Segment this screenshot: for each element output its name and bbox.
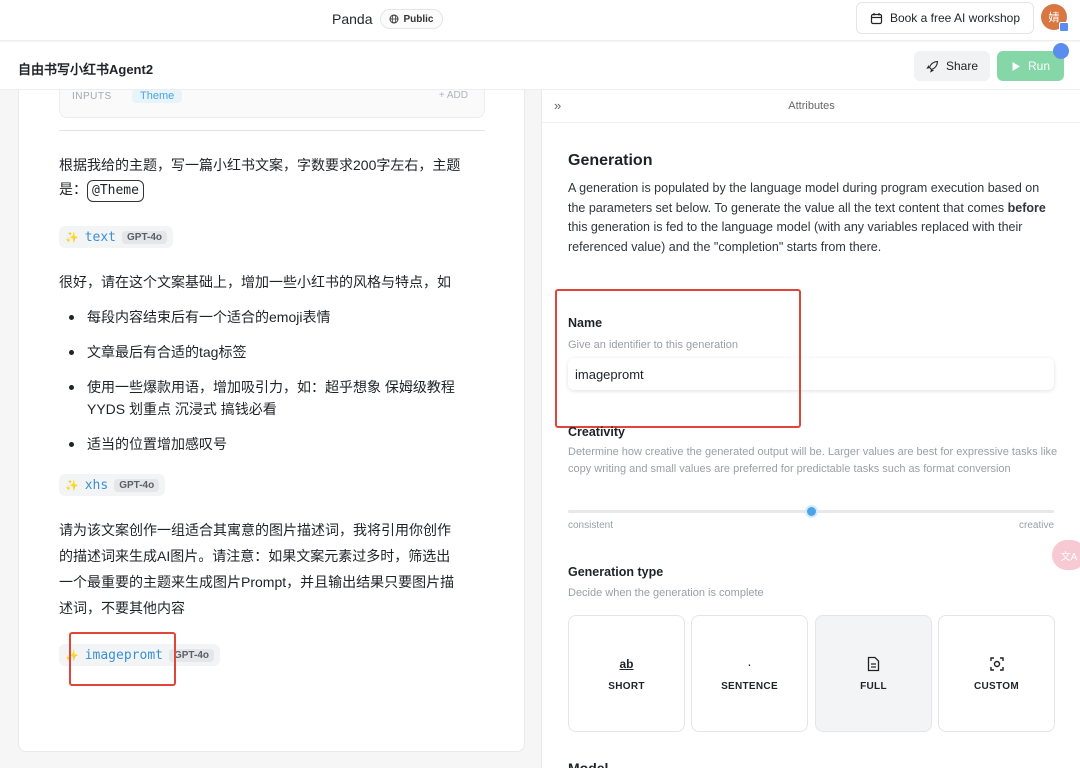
inputs-card: INPUTS Theme + ADD [59, 90, 485, 118]
prompt-paragraph-3[interactable]: 请为该文案创作一组适合其寓意的图片描述词，我将引用你创作 的描述词来生成AI图片… [59, 517, 487, 621]
period-icon: · [747, 656, 752, 672]
project-header: Panda Public [332, 9, 443, 29]
avatar[interactable]: 婧 [1041, 4, 1069, 32]
model-badge: GPT-4o [114, 478, 160, 492]
gen-type-label: CUSTOM [974, 681, 1019, 692]
document-header: 自由书写小红书Agent2 Share Run [0, 42, 1080, 90]
attributes-header: » Attributes [542, 90, 1080, 123]
avatar-status-icon [1059, 22, 1069, 32]
prompt-3-line: 述词，不要其他内容 [59, 600, 185, 616]
inputs-label: INPUTS [72, 91, 112, 102]
prompt-1-line-2: 是： @Theme [59, 177, 487, 202]
generation-type-hint: Decide when the generation is complete [568, 587, 764, 599]
generation-heading: Generation [568, 152, 653, 169]
sparkle-icon: ✨ [65, 479, 79, 492]
model-section-heading: Model [568, 760, 609, 768]
attributes-title: Attributes [788, 100, 835, 112]
creativity-hint: Determine how creative the generated out… [568, 446, 1058, 475]
add-input-button[interactable]: + ADD [439, 90, 468, 101]
input-chip-theme[interactable]: Theme [132, 90, 183, 103]
attributes-panel: » Attributes Generation A generation is … [541, 90, 1080, 768]
gen-type-label: SENTENCE [721, 681, 778, 692]
gen-type-full-button[interactable]: FULL [815, 615, 932, 732]
run-label: Run [1027, 59, 1050, 73]
calendar-icon [870, 12, 883, 24]
slider-min-label: consistent [568, 520, 614, 531]
highlight-annotation [555, 289, 801, 428]
prompt-paragraph-2[interactable]: 很好，请在这个文案基础上，增加一些小红书的风格与特点，如 [59, 270, 487, 294]
list-item[interactable]: 使用一些爆款用语，增加吸引力，如：超乎想象 保姆级教程 YYDS 划重点 沉浸式… [59, 376, 489, 420]
document-title[interactable]: 自由书写小红书Agent2 [18, 59, 153, 78]
prompt-3-line: 一个最重要的主题来生成图片Prompt，并且输出结果只要图片描 [59, 574, 455, 590]
prompt-1-prefix: 是： [59, 181, 87, 197]
play-icon [1012, 61, 1020, 71]
book-workshop-button[interactable]: Book a free AI workshop [856, 2, 1034, 34]
theme-variable-tag[interactable]: @Theme [87, 180, 144, 202]
generation-chip-text[interactable]: ✨ text GPT-4o [59, 226, 174, 248]
sparkle-icon: ✨ [65, 231, 79, 244]
share-button[interactable]: Share [914, 51, 990, 81]
prompt-paragraph-1[interactable]: 根据我给的主题，写一篇小红书文案，字数要求200字左右，主题 是： @Theme [59, 153, 487, 202]
rocket-icon [926, 60, 939, 73]
document-icon [867, 655, 880, 673]
share-label: Share [945, 59, 979, 73]
desc-after: this generation is fed to the language m… [568, 220, 1023, 254]
top-bar: Panda Public Book a free AI workshop 婧 [0, 0, 1080, 41]
avatar-initial: 婧 [1048, 12, 1060, 24]
visibility-label: Public [403, 13, 434, 25]
prompt-3-line: 的描述词来生成AI图片。请注意：如果文案元素过多时，筛选出 [59, 548, 451, 564]
focus-icon [989, 655, 1005, 673]
book-workshop-label: Book a free AI workshop [889, 11, 1021, 25]
slider-max-label: creative [1018, 520, 1054, 531]
prompt-1-line-1: 根据我给的主题，写一篇小红书文案，字数要求200字左右，主题 [59, 157, 461, 173]
prompt-editor[interactable]: INPUTS Theme + ADD 根据我给的主题，写一篇小红书文案，字数要求… [18, 90, 525, 752]
translate-icon[interactable]: 文A [1052, 540, 1080, 570]
notification-dot [1053, 43, 1069, 59]
creativity-label: Creativity [568, 425, 625, 439]
generation-chip-xhs[interactable]: ✨ xhs GPT-4o [59, 474, 166, 496]
gen-type-sentence-button[interactable]: · SENTENCE [691, 615, 808, 732]
creativity-slider-handle[interactable] [805, 505, 818, 518]
prompt-3-line: 请为该文案创作一组适合其寓意的图片描述词，我将引用你创作 [59, 522, 451, 538]
desc-bold: before [1007, 200, 1046, 215]
generation-name: xhs [84, 477, 109, 493]
project-name[interactable]: Panda [332, 11, 372, 27]
gen-type-custom-button[interactable]: CUSTOM [938, 615, 1055, 732]
model-badge: GPT-4o [122, 230, 168, 244]
visibility-badge[interactable]: Public [380, 9, 443, 29]
gen-type-label: SHORT [608, 681, 645, 692]
generation-type-label: Generation type [568, 565, 664, 579]
highlight-annotation [69, 632, 176, 686]
gen-type-short-button[interactable]: ab SHORT [568, 615, 685, 732]
list-item[interactable]: 适当的位置增加感叹号 [59, 433, 489, 455]
generation-name: text [84, 229, 117, 245]
globe-icon [389, 14, 399, 24]
gen-type-label: FULL [860, 681, 887, 692]
desc-before: A generation is populated by the languag… [568, 181, 1040, 215]
generation-description: A generation is populated by the languag… [568, 179, 1058, 257]
style-bullet-list: 每段内容结束后有一个适合的emoji表情 文章最后有合适的tag标签 使用一些爆… [59, 306, 489, 468]
divider [59, 130, 485, 131]
text-ab-icon: ab [619, 657, 634, 671]
list-item[interactable]: 文章最后有合适的tag标签 [59, 341, 489, 363]
list-item[interactable]: 每段内容结束后有一个适合的emoji表情 [59, 306, 489, 328]
